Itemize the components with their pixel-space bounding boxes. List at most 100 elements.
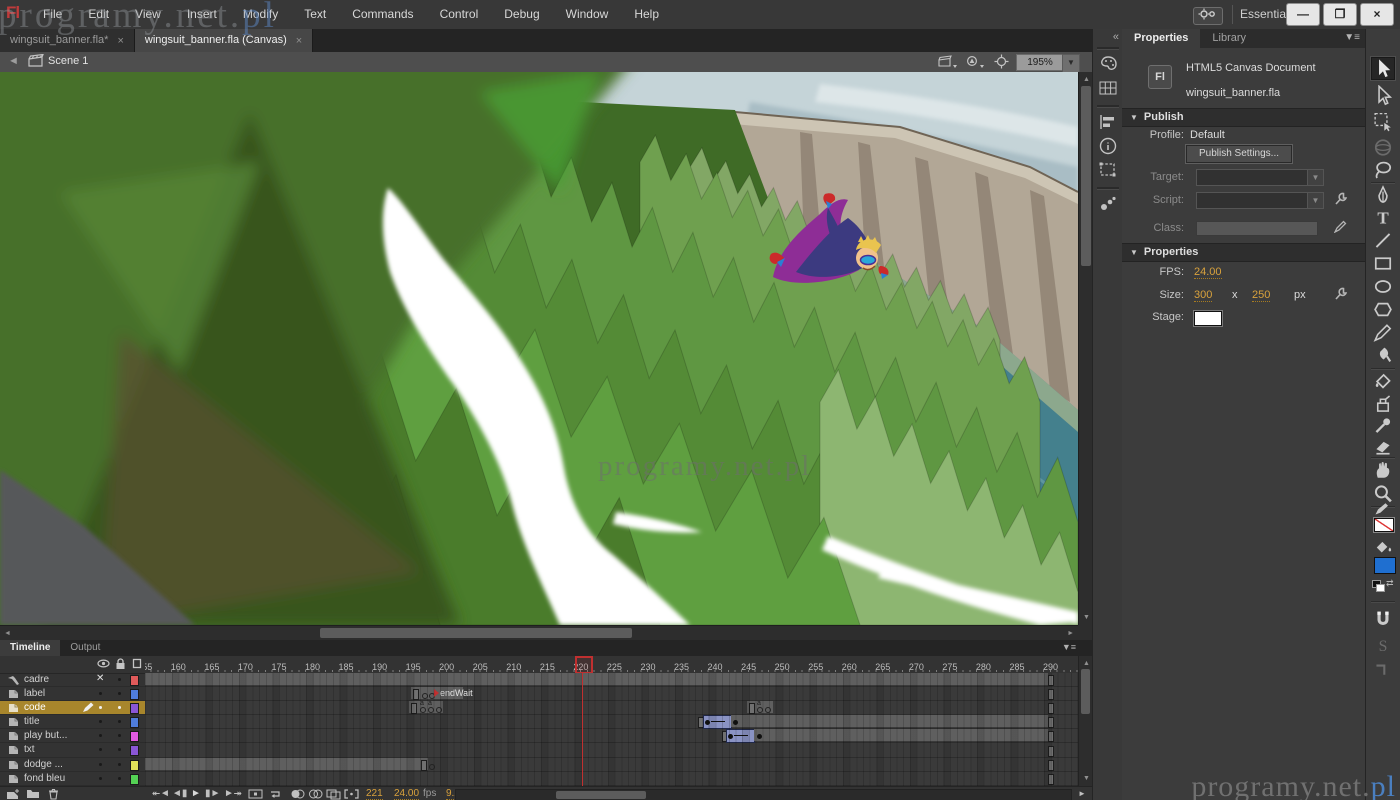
lasso-tool[interactable] <box>1372 159 1394 180</box>
wrench-icon[interactable] <box>1334 287 1348 301</box>
new-layer-icon[interactable] <box>6 788 20 800</box>
timeline-frames-grid[interactable]: endWait a a a <box>145 673 1078 786</box>
layer-row-play-button[interactable]: play but... <box>0 729 145 744</box>
publish-settings-button[interactable]: Publish Settings... <box>1185 144 1293 164</box>
scene-breadcrumb[interactable]: Scene 1 <box>48 55 88 67</box>
center-stage-icon[interactable] <box>994 54 1009 69</box>
smooth-option[interactable]: S <box>1372 635 1394 656</box>
close-button[interactable]: × <box>1360 3 1394 26</box>
layer-row-fond-bleu[interactable]: fond bleu <box>0 772 145 786</box>
hand-tool[interactable] <box>1372 460 1394 481</box>
edit-scene-icon[interactable] <box>938 54 958 69</box>
layer-color-swatch[interactable] <box>130 745 139 757</box>
scroll-right-icon[interactable]: ► <box>1078 788 1086 800</box>
timeline-horizontal-scrollbar[interactable] <box>455 789 1072 800</box>
lock-column-icon[interactable] <box>115 658 126 670</box>
stage-vertical-scrollbar[interactable]: ▲ ▼ <box>1078 72 1093 625</box>
zoom-dropdown-button[interactable]: ▼ <box>1062 54 1080 73</box>
transform-panel-icon[interactable] <box>1098 161 1118 179</box>
subselection-tool[interactable] <box>1372 84 1394 106</box>
timeline-ruler[interactable]: 1551601651701751801851901952002052102152… <box>145 656 1078 673</box>
back-arrow-icon[interactable]: ◄ <box>8 55 19 67</box>
paint-bucket-tool[interactable] <box>1372 371 1394 392</box>
pencil-tool[interactable] <box>1372 322 1394 343</box>
layer-row-cadre[interactable]: cadre ✕ <box>0 673 145 688</box>
maximize-button[interactable]: ❐ <box>1323 3 1357 26</box>
scrollbar-thumb[interactable] <box>1081 86 1091 266</box>
black-white-colors-icon[interactable] <box>1376 584 1385 592</box>
scroll-left-icon[interactable]: ◄ <box>4 626 11 641</box>
oval-tool[interactable] <box>1372 276 1394 297</box>
expand-panels-icon[interactable]: « <box>1113 31 1119 43</box>
stage-width-value[interactable]: 300 <box>1194 289 1213 302</box>
goto-first-frame-button[interactable]: ⯬◄ <box>152 788 170 800</box>
eraser-tool[interactable] <box>1372 436 1394 457</box>
scroll-down-icon[interactable]: ▼ <box>1083 771 1090 786</box>
menu-item[interactable]: Commands <box>339 0 426 29</box>
tab-library[interactable]: Library <box>1200 29 1258 48</box>
scroll-up-icon[interactable]: ▲ <box>1083 72 1090 87</box>
layer-color-swatch[interactable] <box>130 759 139 771</box>
panel-menu-icon[interactable]: ▼≡ <box>1344 32 1360 43</box>
eyedropper-tool[interactable] <box>1372 415 1394 436</box>
layer-color-swatch[interactable] <box>130 689 139 701</box>
tab-output[interactable]: Output <box>60 640 110 656</box>
layer-row-code-selected[interactable]: code <box>0 701 145 716</box>
layer-row-txt[interactable]: txt <box>0 743 145 758</box>
rectangle-tool[interactable] <box>1372 253 1394 274</box>
delete-layer-icon[interactable] <box>48 788 59 800</box>
snap-to-objects-magnet[interactable] <box>1372 609 1394 630</box>
layer-color-swatch[interactable] <box>130 731 139 743</box>
frame-rate-value[interactable]: 24.00 <box>394 788 420 800</box>
layer-row-title[interactable]: title <box>0 715 145 730</box>
fill-color-icon[interactable] <box>1372 540 1394 556</box>
tab-timeline[interactable]: Timeline <box>0 640 61 656</box>
document-tab[interactable]: wingsuit_banner.fla* × <box>0 29 135 52</box>
straighten-option[interactable] <box>1372 659 1394 680</box>
tab-properties[interactable]: Properties <box>1122 29 1201 48</box>
ink-bottle-tool[interactable] <box>1372 394 1394 415</box>
menu-item[interactable]: Insert <box>174 0 230 29</box>
layer-hidden-x[interactable]: ✕ <box>96 673 104 684</box>
3d-rotation-tool[interactable] <box>1372 137 1394 158</box>
minimize-button[interactable]: — <box>1286 3 1320 26</box>
fps-value[interactable]: 24.00 <box>1194 266 1222 279</box>
document-tab-active[interactable]: wingsuit_banner.fla (Canvas) × <box>134 29 314 52</box>
step-back-button[interactable]: ◄▮ <box>172 788 187 800</box>
fill-color-swatch[interactable] <box>1374 557 1396 574</box>
publish-section-header[interactable]: ▼ Publish <box>1122 108 1365 127</box>
info-panel-icon[interactable] <box>1098 137 1118 155</box>
stage-height-value[interactable]: 250 <box>1252 289 1271 302</box>
current-frame-value[interactable]: 221 <box>366 788 383 800</box>
stage-color-swatch[interactable] <box>1193 310 1223 327</box>
layer-row-dodge[interactable]: dodge ... <box>0 758 145 772</box>
layer-row-label[interactable]: label <box>0 687 145 702</box>
stroke-color-icon[interactable] <box>1372 502 1394 518</box>
visibility-column-icon[interactable] <box>97 658 110 669</box>
stroke-color-swatch[interactable] <box>1373 517 1395 533</box>
scrollbar-thumb[interactable] <box>556 791 646 799</box>
layer-color-swatch[interactable] <box>130 703 139 715</box>
goto-last-frame-button[interactable]: ►⯮ <box>224 788 242 800</box>
loop-icon[interactable] <box>268 788 282 800</box>
close-icon[interactable]: × <box>117 35 123 46</box>
line-tool[interactable] <box>1372 230 1394 251</box>
center-frame-icon[interactable] <box>248 788 263 800</box>
pen-tool[interactable] <box>1372 185 1394 206</box>
timeline-vertical-scrollbar[interactable]: ▲ ▼ <box>1078 656 1093 786</box>
modify-markers-icon[interactable] <box>344 788 359 800</box>
menu-item[interactable]: Window <box>553 0 622 29</box>
scroll-down-icon[interactable]: ▼ <box>1083 610 1090 625</box>
zoom-tool[interactable] <box>1372 483 1394 504</box>
code-snippets-panel-icon[interactable] <box>1098 195 1118 213</box>
playhead-marker[interactable] <box>575 656 593 673</box>
onion-skin-icon[interactable] <box>290 788 305 800</box>
swatches-panel-icon[interactable] <box>1098 79 1118 97</box>
menu-item[interactable]: View <box>122 0 174 29</box>
edit-multiple-frames-icon[interactable] <box>326 788 341 800</box>
menu-item[interactable]: Control <box>427 0 492 29</box>
free-transform-tool[interactable] <box>1372 111 1394 132</box>
text-tool[interactable]: T <box>1372 207 1394 228</box>
cc-sync-button[interactable] <box>1193 7 1223 25</box>
brush-tool[interactable] <box>1372 345 1394 366</box>
